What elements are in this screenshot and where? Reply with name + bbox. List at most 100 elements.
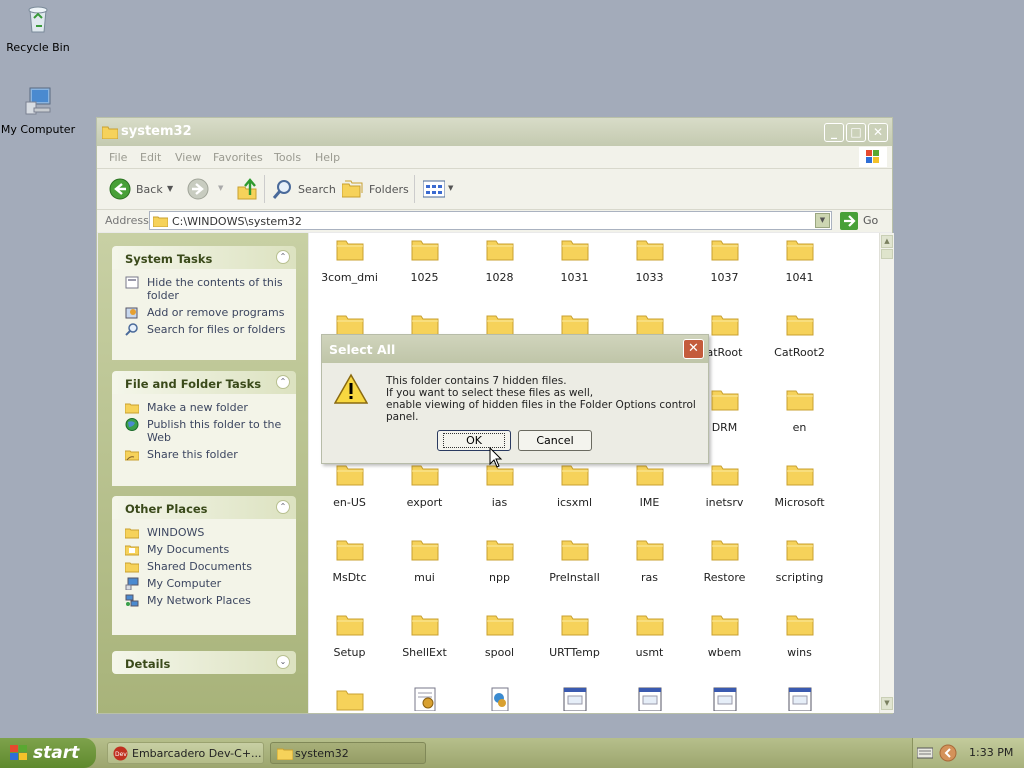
scroll-down-icon[interactable]: ▼ — [881, 697, 893, 710]
folder-item[interactable]: 1041 — [762, 237, 837, 284]
menu-tools[interactable]: Tools — [274, 151, 301, 164]
scroll-up-icon[interactable]: ▲ — [881, 235, 893, 248]
collapse-icon[interactable]: ⌃ — [276, 375, 290, 389]
cancel-button[interactable]: Cancel — [518, 430, 592, 451]
place-my-documents[interactable]: My Documents — [112, 540, 296, 557]
title-bar[interactable]: system32 _ □ ✕ — [97, 118, 892, 146]
start-button[interactable]: start — [0, 738, 96, 768]
folder-item[interactable]: wbem — [687, 612, 762, 659]
file-item[interactable] — [537, 687, 612, 713]
forward-dropdown-icon[interactable]: ▼ — [218, 184, 223, 192]
address-dropdown-icon[interactable]: ▼ — [815, 213, 830, 228]
place-my-computer[interactable]: My Computer — [112, 574, 296, 591]
folder-item[interactable]: spool — [462, 612, 537, 659]
file-item[interactable] — [387, 687, 462, 713]
menu-help[interactable]: Help — [315, 151, 340, 164]
vertical-scrollbar[interactable]: ▲ ▼ — [879, 233, 894, 713]
folder-item[interactable]: PreInstall — [537, 537, 612, 584]
folder-item[interactable]: 1028 — [462, 237, 537, 284]
back-dropdown-icon[interactable]: ▼ — [167, 184, 173, 193]
menu-view[interactable]: View — [175, 151, 201, 164]
scroll-thumb[interactable] — [881, 249, 893, 259]
menu-file[interactable]: File — [109, 151, 127, 164]
folder-item[interactable]: ras — [612, 537, 687, 584]
folder-item[interactable]: 1025 — [387, 237, 462, 284]
views-icon[interactable] — [423, 180, 445, 198]
folder-item[interactable]: Restore — [687, 537, 762, 584]
back-button[interactable]: Back — [136, 183, 163, 196]
task-hide-contents[interactable]: Hide the contents of this folder — [112, 273, 296, 303]
folder-item[interactable]: URTTemp — [537, 612, 612, 659]
folder-item[interactable]: wins — [762, 612, 837, 659]
folder-item[interactable]: en — [762, 387, 837, 434]
folder-item[interactable]: usmt — [612, 612, 687, 659]
folder-item[interactable]: MsDtc — [312, 537, 387, 584]
folder-icon — [711, 540, 738, 561]
file-item[interactable] — [312, 687, 387, 713]
folder-item[interactable]: 1033 — [612, 237, 687, 284]
place-my-network[interactable]: My Network Places — [112, 591, 296, 608]
views-dropdown-icon[interactable]: ▼ — [448, 184, 453, 192]
go-button[interactable]: Go — [863, 214, 878, 227]
go-arrow-icon[interactable] — [840, 212, 858, 230]
expand-icon[interactable]: ⌄ — [276, 655, 290, 669]
keyboard-icon[interactable] — [917, 747, 933, 759]
task-share-folder[interactable]: Share this folder — [112, 445, 296, 462]
folders-icon[interactable] — [342, 180, 364, 198]
my-computer-desktop-icon[interactable]: My Computer — [0, 84, 76, 136]
taskbar-item-devcpp[interactable]: Dev Embarcadero Dev-C+... — [107, 742, 264, 764]
menu-favorites[interactable]: Favorites — [213, 151, 263, 164]
folder-item[interactable]: scripting — [762, 537, 837, 584]
folder-label: usmt — [635, 646, 664, 659]
folder-item[interactable]: 3com_dmi — [312, 237, 387, 284]
place-shared-documents[interactable]: Shared Documents — [112, 557, 296, 574]
folder-item[interactable]: npp — [462, 537, 537, 584]
folder-item[interactable]: 1031 — [537, 237, 612, 284]
task-add-remove-programs[interactable]: Add or remove programs — [112, 303, 296, 320]
minimize-button[interactable]: _ — [824, 123, 844, 142]
close-button[interactable]: ✕ — [868, 123, 888, 142]
maximize-button[interactable]: □ — [846, 123, 866, 142]
folder-item[interactable]: ias — [462, 462, 537, 509]
folder-item[interactable]: Setup — [312, 612, 387, 659]
details-header[interactable]: Details ⌄ — [112, 651, 296, 674]
folder-item[interactable]: IME — [612, 462, 687, 509]
file-item[interactable] — [762, 687, 837, 713]
back-arrow-icon[interactable] — [109, 178, 131, 200]
dialog-title-bar[interactable]: Select All ✕ — [322, 335, 708, 363]
folder-item[interactable]: inetsrv — [687, 462, 762, 509]
folder-item[interactable]: ShellExt — [387, 612, 462, 659]
folder-item[interactable]: Microsoft — [762, 462, 837, 509]
show-hidden-icons-icon[interactable] — [939, 744, 957, 762]
file-item[interactable] — [687, 687, 762, 713]
folder-item[interactable]: export — [387, 462, 462, 509]
menu-edit[interactable]: Edit — [140, 151, 161, 164]
search-icon[interactable] — [272, 179, 294, 201]
collapse-icon[interactable]: ⌃ — [276, 500, 290, 514]
folder-item[interactable]: mui — [387, 537, 462, 584]
recycle-bin-desktop-icon[interactable]: Recycle Bin — [0, 2, 76, 54]
forward-arrow-icon[interactable] — [187, 178, 209, 200]
clock[interactable]: 1:33 PM — [969, 746, 1013, 759]
collapse-icon[interactable]: ⌃ — [276, 250, 290, 264]
file-item[interactable] — [462, 687, 537, 713]
folder-item[interactable]: en-US — [312, 462, 387, 509]
dialog-close-button[interactable]: ✕ — [683, 339, 704, 359]
folders-button[interactable]: Folders — [369, 183, 409, 196]
other-places-header[interactable]: Other Places ⌃ — [112, 496, 296, 519]
file-item[interactable] — [612, 687, 687, 713]
task-search-files[interactable]: Search for files or folders — [112, 320, 296, 337]
up-folder-icon[interactable] — [236, 177, 258, 201]
file-folder-tasks-header[interactable]: File and Folder Tasks ⌃ — [112, 371, 296, 394]
task-publish-to-web[interactable]: Publish this folder to the Web — [112, 415, 296, 445]
taskbar-item-system32[interactable]: system32 — [270, 742, 426, 764]
search-button[interactable]: Search — [298, 183, 336, 196]
task-make-new-folder[interactable]: Make a new folder — [112, 398, 296, 415]
folder-item[interactable]: 1037 — [687, 237, 762, 284]
folder-icon — [561, 540, 588, 561]
system-tasks-header[interactable]: System Tasks ⌃ — [112, 246, 296, 269]
folder-item[interactable]: icsxml — [537, 462, 612, 509]
place-windows[interactable]: WINDOWS — [112, 523, 296, 540]
address-input[interactable]: C:\WINDOWS\system32 ▼ — [149, 211, 832, 230]
folder-item[interactable]: CatRoot2 — [762, 312, 837, 359]
